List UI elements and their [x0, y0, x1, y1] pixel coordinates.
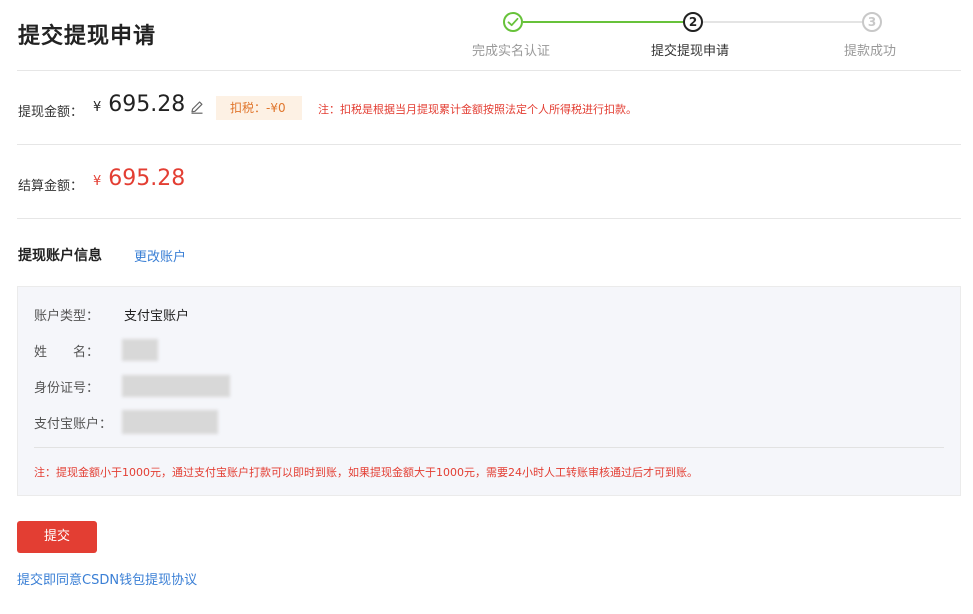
- account-info-panel: 账户类型： 支付宝账户 姓 名： 身份证号： 支付宝账户： 注：提现金额小于10…: [17, 286, 961, 496]
- name-label: 姓 名：: [34, 345, 100, 360]
- submit-button[interactable]: 提交: [17, 521, 97, 553]
- alipay-account-label: 支付宝账户：: [34, 417, 113, 432]
- withdraw-amount-label: 提现金额：: [18, 105, 84, 120]
- id-number-label: 身份证号：: [34, 381, 100, 396]
- account-type-value: 支付宝账户: [124, 309, 190, 324]
- account-section-title: 提现账户信息: [18, 248, 102, 264]
- withdraw-divider: [17, 144, 961, 145]
- step-2-number: 2: [683, 12, 703, 32]
- step-2-label: 提交提现申请: [651, 44, 730, 59]
- withdraw-agreement-link[interactable]: 提交即同意CSDN钱包提现协议: [17, 569, 197, 588]
- tax-note: 注：扣税是根据当月提现累计金额按照法定个人所得税进行扣款。: [318, 103, 637, 116]
- settlement-amount-value: ¥ 695.28: [93, 166, 185, 191]
- step-3-number: 3: [862, 12, 882, 32]
- panel-divider: [34, 447, 944, 448]
- progress-stepper: 2 3 完成实名认证 提交提现申请 提款成功: [0, 0, 973, 70]
- header-divider: [17, 70, 961, 71]
- settlement-amount-number: 695.28: [108, 166, 186, 191]
- step-connector-1: [523, 21, 684, 23]
- account-type-label: 账户类型：: [34, 309, 100, 324]
- withdraw-amount-number: 695.28: [108, 92, 186, 117]
- alipay-account-redacted: [122, 410, 218, 434]
- withdraw-amount-value: ¥ 695.28: [93, 92, 185, 117]
- settlement-amount-label: 结算金额：: [18, 179, 84, 194]
- withdraw-arrival-note: 注：提现金额小于1000元，通过支付宝账户打款可以即时到账，如果提现金额大于10…: [34, 466, 698, 479]
- id-number-redacted: [122, 375, 230, 397]
- currency-symbol: ¥: [93, 174, 102, 189]
- change-account-link[interactable]: 更改账户: [134, 246, 186, 265]
- name-redacted: [122, 339, 158, 361]
- step-3-label: 提款成功: [844, 44, 897, 59]
- settlement-divider: [17, 218, 961, 219]
- step-1-check-icon: [503, 12, 523, 32]
- currency-symbol: ¥: [93, 100, 102, 115]
- tax-badge: 扣税：-¥0: [216, 96, 302, 120]
- step-1-label: 完成实名认证: [472, 44, 551, 59]
- step-connector-2: [703, 21, 863, 23]
- edit-icon[interactable]: [189, 99, 205, 115]
